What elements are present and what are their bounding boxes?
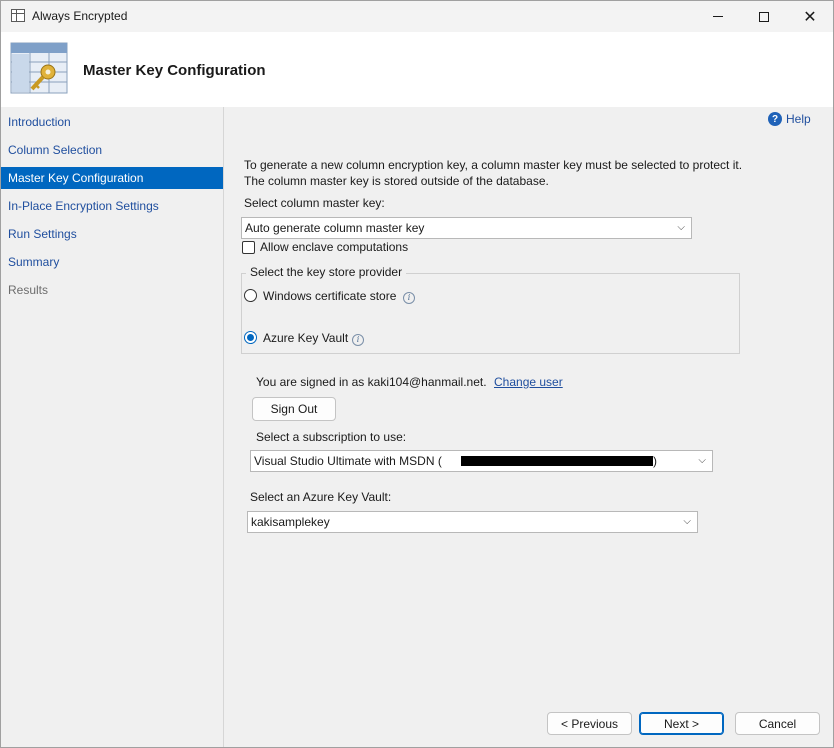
sign-out-button[interactable]: Sign Out <box>252 397 336 421</box>
close-button[interactable]: ✕ <box>787 1 833 32</box>
subscription-select-suffix: ) <box>653 454 657 468</box>
help-label: Help <box>786 112 811 126</box>
select-cmk-label: Select column master key: <box>244 196 385 210</box>
maximize-button[interactable] <box>741 1 787 32</box>
previous-button[interactable]: < Previous <box>547 712 632 735</box>
chevron-down-icon: ⌵ <box>683 516 691 527</box>
subscription-label: Select a subscription to use: <box>256 430 407 444</box>
change-user-link[interactable]: Change user <box>494 375 563 389</box>
info-icon: i <box>352 334 364 346</box>
nav-item-column-selection[interactable]: Column Selection <box>1 139 223 161</box>
nav-item-results: Results <box>8 283 49 297</box>
cancel-button-label: Cancel <box>758 716 797 731</box>
next-button-label: Next > <box>663 716 699 731</box>
nav-item-in-place-encryption-settings[interactable]: In-Place Encryption Settings <box>1 195 223 217</box>
cmk-select[interactable]: Auto generate column master key ⌵ <box>241 217 692 239</box>
previous-button-label: < Previous <box>560 716 619 731</box>
chevron-down-icon: ⌵ <box>677 222 685 233</box>
page-header: Master Key Configuration <box>1 32 833 107</box>
table-key-icon <box>10 42 68 94</box>
nav-item-summary[interactable]: Summary <box>1 251 223 273</box>
main-panel: ? Help To generate a new column encrypti… <box>225 107 833 747</box>
page-title: Master Key Configuration <box>83 62 266 79</box>
help-icon: ? <box>768 112 782 126</box>
keyvault-select[interactable]: kakisamplekey ⌵ <box>247 511 698 533</box>
info-icon: i <box>403 292 415 304</box>
next-button[interactable]: Next > <box>639 712 724 735</box>
table-app-icon <box>11 9 25 22</box>
cmk-select-value: Auto generate column master key <box>245 221 425 235</box>
subscription-select[interactable]: Visual Studio Ultimate with MSDN ( ) ⌵ <box>250 450 713 472</box>
maximize-icon <box>759 11 769 22</box>
windows-cert-store-radio[interactable] <box>244 289 257 302</box>
enclave-checkbox[interactable] <box>242 241 255 254</box>
signed-in-text: You are signed in as kaki104@hanmail.net… <box>256 375 487 389</box>
redacted-region <box>461 456 653 466</box>
window-title: Always Encrypted <box>32 9 128 23</box>
subscription-select-value: Visual Studio Ultimate with MSDN ( <box>254 454 442 468</box>
minimize-icon <box>713 16 723 17</box>
keyvault-select-value: kakisamplekey <box>251 515 330 529</box>
title-bar: Always Encrypted ✕ <box>1 1 833 32</box>
close-icon: ✕ <box>803 6 817 26</box>
windows-cert-store-label: Windows certificate store <box>263 289 397 303</box>
cancel-button[interactable]: Cancel <box>735 712 820 735</box>
keyvault-label: Select an Azure Key Vault: <box>250 490 392 504</box>
minimize-button[interactable] <box>695 1 741 32</box>
help-link[interactable]: ? Help <box>768 112 811 126</box>
nav-item-introduction[interactable]: Introduction <box>1 111 223 133</box>
chevron-down-icon: ⌵ <box>698 455 706 466</box>
azure-key-vault-radio[interactable] <box>244 331 257 344</box>
nav-item-master-key-configuration[interactable]: Master Key Configuration <box>1 167 223 189</box>
wizard-nav: Introduction Column Selection Master Key… <box>1 107 224 747</box>
enclave-label: Allow enclave computations <box>260 240 409 254</box>
nav-item-run-settings[interactable]: Run Settings <box>1 223 223 245</box>
key-store-provider-title: Select the key store provider <box>246 265 407 279</box>
azure-key-vault-label: Azure Key Vault <box>263 331 349 345</box>
intro-text: To generate a new column encryption key,… <box>244 158 743 188</box>
wizard-window: Always Encrypted ✕ Master Key Configurat… <box>0 0 834 748</box>
